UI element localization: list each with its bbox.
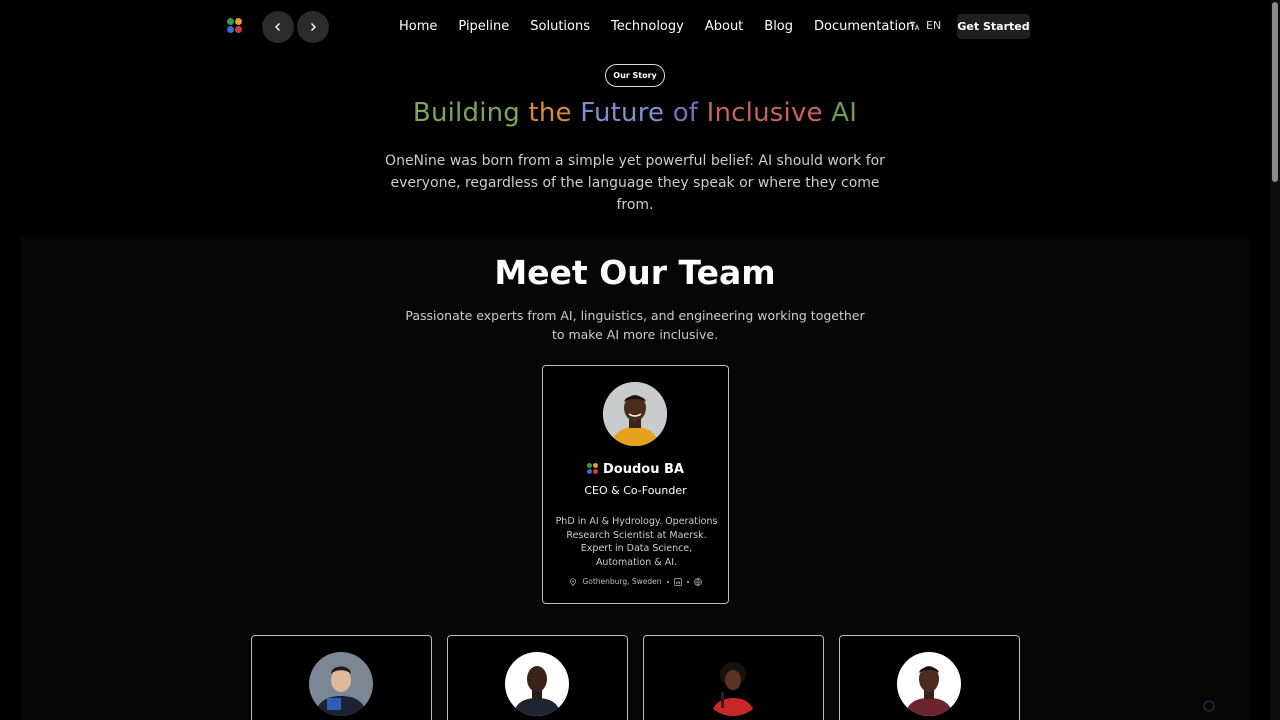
onenine-logo-icon[interactable] xyxy=(227,18,244,35)
linkedin-icon[interactable] xyxy=(673,577,682,586)
scrollbar-thumb[interactable] xyxy=(1272,2,1278,182)
nav-item-solutions[interactable]: Solutions xyxy=(530,18,590,36)
hero-title-word: the xyxy=(528,98,572,128)
member-card[interactable] xyxy=(251,635,432,720)
hero-title-word: of xyxy=(672,98,699,128)
map-pin-icon xyxy=(570,577,577,586)
translate-icon xyxy=(909,21,920,31)
chevron-left-icon xyxy=(275,23,280,31)
language-switcher[interactable]: EN xyxy=(909,19,941,32)
globe-icon[interactable] xyxy=(693,577,702,586)
member-card[interactable] xyxy=(447,635,628,720)
hero-title-word: AI xyxy=(831,98,858,128)
hero-title-word: Inclusive xyxy=(706,98,823,128)
hero-title-word: Building xyxy=(412,98,520,128)
member-name: Doudou BA xyxy=(543,462,728,477)
hero-subtitle: OneNine was born from a simple yet power… xyxy=(385,153,885,213)
member-bio: PhD in AI & Hydrology. Operations Resear… xyxy=(555,516,718,568)
team-subtitle: Passionate experts from AI, linguistics,… xyxy=(405,308,865,342)
back-button[interactable] xyxy=(262,11,294,43)
separator-dot xyxy=(686,580,689,583)
member-role: CEO & Co-Founder xyxy=(584,484,687,497)
top-nav: Home Pipeline Solutions Technology About… xyxy=(0,0,1270,54)
team-title: Meet Our Team xyxy=(494,253,776,292)
watermark-icon xyxy=(1203,700,1215,712)
forward-button[interactable] xyxy=(297,11,329,43)
chevron-right-icon xyxy=(311,23,316,31)
language-label: EN xyxy=(926,19,942,32)
onenine-logo-icon xyxy=(587,463,599,474)
nav-item-documentation[interactable]: Documentation xyxy=(814,18,914,36)
member-card[interactable] xyxy=(643,635,824,720)
nav-item-home[interactable]: Home xyxy=(399,18,437,36)
lead-member-card[interactable]: Doudou BA CEO & Co-Founder PhD in AI & H… xyxy=(542,365,729,604)
nav-item-about[interactable]: About xyxy=(705,18,743,36)
member-name-text: Doudou BA xyxy=(603,462,684,477)
nav-item-pipeline[interactable]: Pipeline xyxy=(458,18,509,36)
hero-title: Building the Future of Inclusive AI xyxy=(0,98,1270,128)
our-story-pill[interactable]: Our Story xyxy=(605,64,665,87)
avatar xyxy=(897,652,961,716)
member-meta: Gothenburg, Sweden xyxy=(543,577,728,586)
get-started-button[interactable]: Get Started xyxy=(957,14,1030,39)
hero-title-word: Future xyxy=(580,98,665,128)
separator-dot xyxy=(666,580,669,583)
member-location: Gothenburg, Sweden xyxy=(582,577,662,586)
avatar xyxy=(309,652,373,716)
nav-item-technology[interactable]: Technology xyxy=(611,18,684,36)
avatar xyxy=(701,652,765,716)
page-scrollbar[interactable] xyxy=(1270,0,1280,720)
nav-item-blog[interactable]: Blog xyxy=(764,18,793,36)
member-card[interactable] xyxy=(839,635,1020,720)
avatar xyxy=(603,382,667,446)
main-menu: Home Pipeline Solutions Technology About… xyxy=(399,18,935,36)
avatar xyxy=(505,652,569,716)
